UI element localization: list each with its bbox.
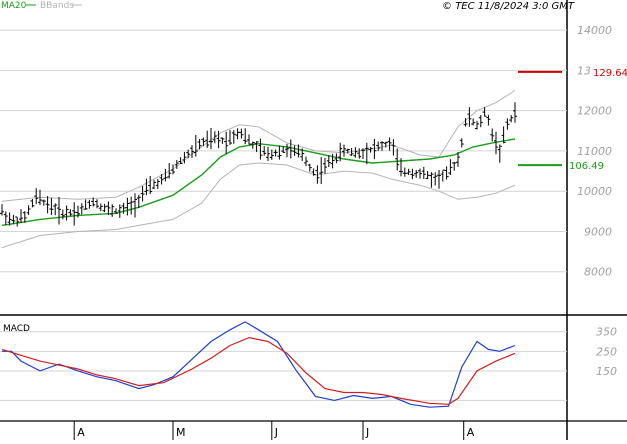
- macd-series-line-macd: [2, 321, 516, 408]
- resistance-label: 129.64: [593, 68, 627, 79]
- macd-tick-label: 350: [596, 326, 617, 339]
- chart-svg: 8000900010000110001200013000140001502503…: [0, 0, 627, 440]
- price-tick-label: 14000: [577, 24, 612, 37]
- month-label: A: [77, 426, 85, 439]
- price-tick-label: 12000: [577, 105, 612, 118]
- chart-root: 8000900010000110001200013000140001502503…: [0, 0, 627, 440]
- month-label: A: [467, 426, 475, 439]
- price-tick-label: 11000: [577, 145, 612, 158]
- month-label: J: [365, 426, 369, 439]
- ma20-line: [1, 138, 516, 227]
- price-tick-label: 10000: [577, 185, 612, 198]
- macd-tick-label: 250: [596, 345, 617, 358]
- price-tick-label: 9000: [584, 225, 612, 238]
- macd-tick-label: 150: [596, 365, 617, 378]
- copyright-label: © TEC 11/8/2024 3:0 GMT: [442, 1, 575, 12]
- ma20-legend-label: MA20: [1, 1, 27, 11]
- bband-lower-line: [1, 162, 516, 249]
- price-bars: [0, 102, 517, 227]
- macd-title: MACD: [3, 324, 30, 334]
- month-label: M: [176, 426, 186, 439]
- support-label: 106.49: [569, 161, 604, 172]
- month-label: J: [274, 426, 278, 439]
- price-tick-label: 8000: [584, 266, 612, 279]
- bbands-legend-label: BBands: [40, 1, 74, 11]
